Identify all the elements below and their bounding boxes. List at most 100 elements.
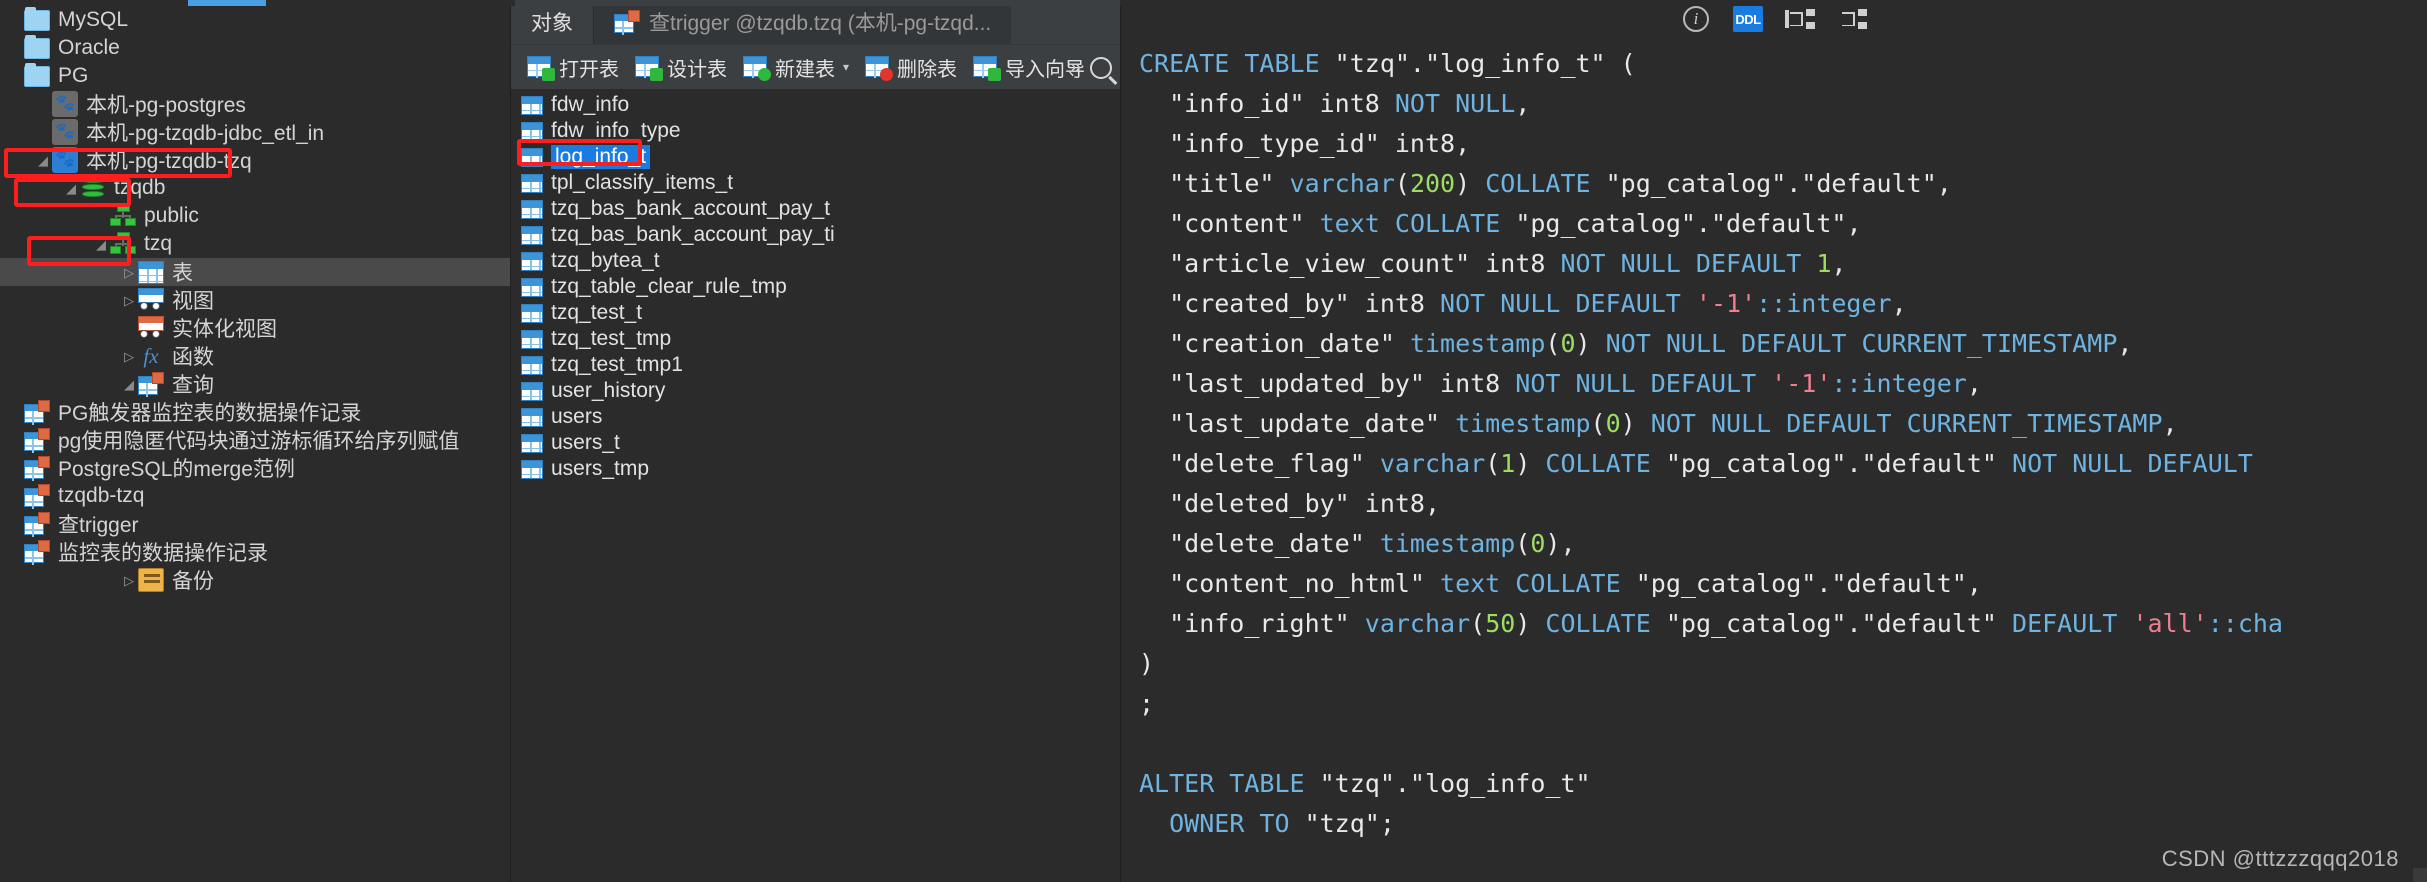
twisty-closed-icon[interactable]: ▷: [120, 266, 138, 279]
code-line: "content" text COLLATE "pg_catalog"."def…: [1139, 204, 2427, 244]
code-token: "pg_catalog"."default",: [1635, 569, 1982, 598]
code-line: "last_update_date" timestamp(0) NOT NULL…: [1139, 404, 2427, 444]
table-list-item[interactable]: user_history: [511, 378, 1120, 404]
tree-item-5[interactable]: ◢ 🐾 本机-pg-tzqdb-tzq: [0, 146, 510, 174]
delete-table-button[interactable]: 删除表: [859, 50, 963, 85]
code-token: "tzq"."log_info_t" (: [1334, 49, 1636, 78]
object-browser-panel[interactable]: 对象 查trigger @tzqdb.tzq (本机-pg-tzqd... 打开…: [510, 0, 1120, 882]
database-icon: [80, 175, 106, 201]
tree-item-9[interactable]: ▷ 表: [0, 258, 510, 286]
tree-item-10[interactable]: ▷ 视图: [0, 286, 510, 314]
object-toolbar-right[interactable]: »: [1070, 45, 1112, 90]
ddl-icon[interactable]: DDL: [1733, 4, 1763, 34]
tree-item-7[interactable]: public: [0, 202, 510, 230]
top-strip-active-tab-indicator: [188, 0, 266, 6]
table-list-item[interactable]: users: [511, 404, 1120, 430]
tree-item-8[interactable]: ◢ tzq: [0, 230, 510, 258]
tab-query-trigger-label: 查trigger @tzqdb.tzq (本机-pg-tzqd...: [649, 12, 992, 35]
table-list-item[interactable]: tzq_test_t: [511, 300, 1120, 326]
info-icon[interactable]: i: [1681, 4, 1711, 34]
code-line: ): [1139, 644, 2427, 684]
code-token: COLLATE: [1545, 609, 1666, 638]
twisty-closed-icon[interactable]: ▷: [120, 294, 138, 307]
tab-query-trigger[interactable]: 查trigger @tzqdb.tzq (本机-pg-tzqd...: [593, 0, 1012, 44]
tree-item-15[interactable]: pg使用隐匿代码块通过游标循环给序列赋值: [0, 426, 510, 454]
tree-item-13[interactable]: ◢ 查询: [0, 370, 510, 398]
tree-item-2[interactable]: PG: [0, 62, 510, 90]
tree-item-12[interactable]: ▷ fx 函数: [0, 342, 510, 370]
object-toolbar[interactable]: 打开表 设计表 新建表 ▾ 删除表 导入向导 »: [511, 44, 1120, 89]
tree-item-14[interactable]: PG触发器监控表的数据操作记录: [0, 398, 510, 426]
twisty-open-icon[interactable]: ◢: [62, 182, 80, 195]
twisty-closed-icon[interactable]: ▷: [120, 350, 138, 363]
code-line: "article_view_count" int8 NOT NULL DEFAU…: [1139, 244, 2427, 284]
table-list-item[interactable]: fdw_info_type: [511, 118, 1120, 144]
tab-objects[interactable]: 对象: [511, 0, 593, 44]
connection-tree[interactable]: MySQL Oracle PG 🐾 本机-pg-postgres 🐾 本机-pg-tzqdb…: [0, 6, 510, 594]
table-list[interactable]: fdw_info fdw_info_type log_info_t tpl_class…: [511, 89, 1120, 882]
code-token: 1: [1500, 449, 1516, 478]
code-line: ;: [1139, 684, 2427, 724]
design-table-button[interactable]: 设计表: [629, 50, 733, 85]
code-token: "pg_catalog"."default",: [1605, 169, 1952, 198]
twisty-open-icon[interactable]: ◢: [120, 378, 138, 391]
tree-item-17[interactable]: tzqdb-tzq: [0, 482, 510, 510]
query-item-icon: [614, 10, 640, 35]
code-token: ): [1575, 329, 1606, 358]
table-list-item[interactable]: fdw_info: [511, 92, 1120, 118]
tab-objects-label: 对象: [531, 12, 573, 35]
ddl-viewer-panel[interactable]: i DDL CREATE TABLE "tzq"."log_info_t" ( …: [1120, 0, 2427, 882]
table-list-item[interactable]: log_info_t: [511, 144, 1120, 170]
tree-item-16[interactable]: PostgreSQL的merge范例: [0, 454, 510, 482]
tree-item-20[interactable]: ▷ 备份: [0, 566, 510, 594]
code-token: "content_no_html": [1139, 569, 1441, 598]
code-token: timestamp: [1455, 409, 1591, 438]
table-list-item[interactable]: tzq_bas_bank_account_pay_ti: [511, 222, 1120, 248]
search-icon[interactable]: [1090, 56, 1112, 79]
table-list-item[interactable]: tzq_bas_bank_account_pay_t: [511, 196, 1120, 222]
table-icon: [521, 381, 543, 401]
tree-item-3[interactable]: 🐾 本机-pg-postgres: [0, 90, 510, 118]
tree-item-18[interactable]: 查trigger: [0, 510, 510, 538]
code-token: 0: [1530, 529, 1546, 558]
table-list-item[interactable]: users_t: [511, 430, 1120, 456]
code-token: "delete_flag": [1139, 449, 1380, 478]
code-token: ::integer: [1756, 289, 1892, 318]
query-icon: [24, 400, 50, 425]
table-list-item[interactable]: tzq_bytea_t: [511, 248, 1120, 274]
view-icon: [138, 288, 164, 312]
twisty-closed-icon[interactable]: ▷: [120, 574, 138, 587]
object-browser-tabs[interactable]: 对象 查trigger @tzqdb.tzq (本机-pg-tzqd...: [511, 0, 1120, 44]
relations-out-icon[interactable]: [1785, 4, 1815, 34]
table-list-item[interactable]: tpl_classify_items_t: [511, 170, 1120, 196]
table-icon: [521, 225, 543, 245]
chevron-down-icon[interactable]: ▾: [843, 60, 849, 74]
tree-item-11[interactable]: 实体化视图: [0, 314, 510, 342]
tree-item-0[interactable]: MySQL: [0, 6, 510, 34]
code-token: "delete_date": [1139, 529, 1380, 558]
tree-item-6[interactable]: ◢ tzqdb: [0, 174, 510, 202]
ddl-sql-code[interactable]: CREATE TABLE "tzq"."log_info_t" ( "info_…: [1121, 38, 2427, 882]
code-token: timestamp: [1379, 529, 1516, 558]
scrollbar-corner[interactable]: [2413, 868, 2427, 882]
table-list-item[interactable]: tzq_test_tmp1: [511, 352, 1120, 378]
twisty-open-icon[interactable]: ◢: [92, 238, 110, 251]
table-list-item[interactable]: tzq_test_tmp: [511, 326, 1120, 352]
table-list-item[interactable]: users_tmp: [511, 456, 1120, 482]
code-token: "info_type_id" int8,: [1139, 129, 1471, 158]
connection-tree-panel[interactable]: MySQL Oracle PG 🐾 本机-pg-postgres 🐾 本机-pg-tzqdb…: [0, 0, 510, 882]
new-table-button[interactable]: 新建表 ▾: [737, 50, 855, 85]
database-client-window: MySQL Oracle PG 🐾 本机-pg-postgres 🐾 本机-pg-tzqdb…: [0, 0, 2427, 882]
twisty-open-icon[interactable]: ◢: [34, 154, 52, 167]
tree-item-label: 本机-pg-tzqdb-jdbc_etl_in: [86, 122, 325, 145]
relations-in-icon[interactable]: [1837, 4, 1867, 34]
open-table-button[interactable]: 打开表: [521, 50, 625, 85]
table-list-item[interactable]: tzq_table_clear_rule_tmp: [511, 274, 1120, 300]
chevron-double-right-icon[interactable]: »: [1070, 56, 1081, 79]
tree-item-19[interactable]: 监控表的数据操作记录: [0, 538, 510, 566]
schema-icon: [110, 232, 136, 256]
code-token: NOT NULL DEFAULT: [1440, 289, 1696, 318]
tree-item-4[interactable]: 🐾 本机-pg-tzqdb-jdbc_etl_in: [0, 118, 510, 146]
tree-item-1[interactable]: Oracle: [0, 34, 510, 62]
